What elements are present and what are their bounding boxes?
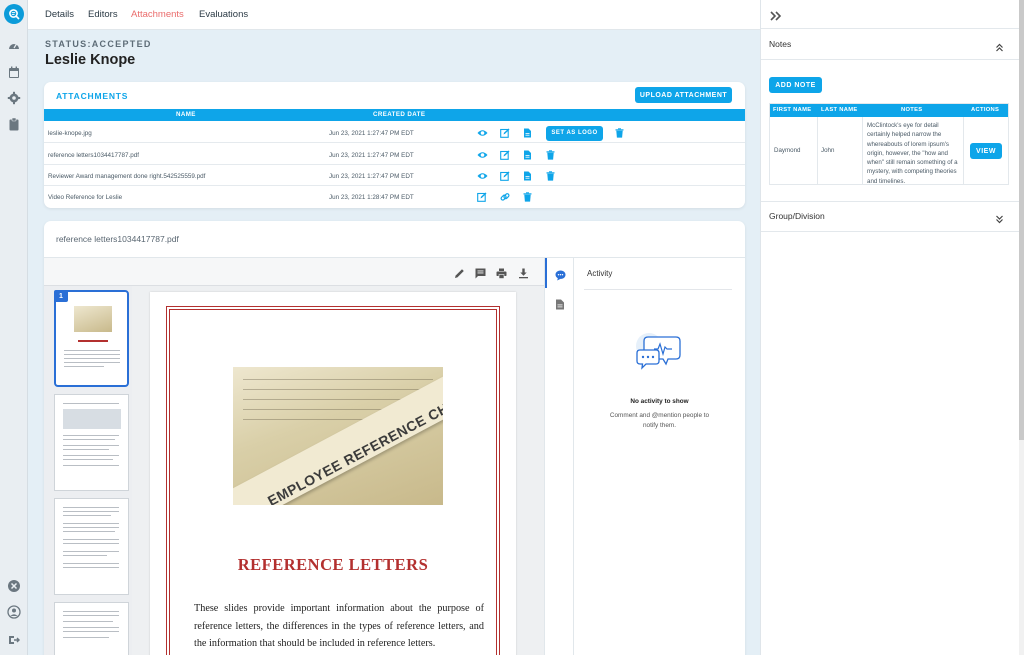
notes-table: FIRST NAME LAST NAME NOTES ACTIONS Daymo… (769, 103, 1009, 185)
file-icon[interactable] (523, 171, 533, 181)
column-header-first-name: FIRST NAME (773, 107, 812, 113)
document-body: These slides provide important informati… (194, 603, 484, 650)
document-heading: REFERENCE LETTERS (237, 555, 429, 574)
attachment-name[interactable]: leslie-knope.jpg (48, 130, 92, 137)
activity-panel: Activity No activity to show Comment and… (574, 258, 745, 655)
attachment-name[interactable]: reference letters1034417787.pdf (48, 152, 139, 159)
attachment-date: Jun 23, 2021 1:28:47 PM EDT (329, 194, 414, 201)
comments-tab-icon[interactable] (555, 268, 566, 281)
note-last-name: John (821, 147, 835, 154)
pdf-viewer-card: reference letters1034417787.pdf 1 REFERE… (44, 221, 745, 655)
tab-editors[interactable]: Editors (88, 9, 118, 20)
page-thumbnails: 1 (44, 286, 132, 655)
delete-icon[interactable] (615, 128, 625, 138)
chat-bubbles-icon (634, 333, 684, 380)
column-header-name: NAME (176, 111, 196, 118)
double-chevron-up-icon[interactable] (995, 39, 1004, 52)
delete-icon[interactable] (546, 171, 556, 181)
add-note-button[interactable]: ADD NOTE (769, 77, 822, 93)
group-division-title: Group/Division (769, 211, 825, 221)
view-note-button[interactable]: VIEW (970, 143, 1002, 159)
tab-evaluations[interactable]: Evaluations (199, 9, 248, 20)
page-title: Leslie Knope (45, 52, 136, 68)
note-first-name: Daymond (774, 147, 801, 154)
double-chevron-right-icon[interactable] (770, 8, 782, 21)
column-header-created-date: CREATED DATE (373, 111, 426, 118)
document-tab-icon[interactable] (555, 297, 566, 310)
edit-icon[interactable] (500, 128, 510, 138)
left-rail (0, 0, 28, 655)
print-icon[interactable] (496, 266, 507, 279)
activity-title: Activity (587, 269, 613, 278)
delete-icon[interactable] (523, 192, 533, 202)
viewer-toolbar (44, 258, 544, 286)
attachments-table-header: NAME CREATED DATE (44, 109, 745, 121)
calendar-icon[interactable] (7, 65, 21, 79)
upload-attachment-button[interactable]: UPLOAD ATTACHMENT (635, 87, 732, 103)
note-text: McClintock's eye for detail certainly he… (867, 122, 958, 185)
delete-icon[interactable] (546, 150, 556, 160)
edit-icon[interactable] (500, 171, 510, 181)
page-thumbnail[interactable]: 1 (54, 290, 129, 387)
logout-icon[interactable] (7, 633, 21, 647)
attachment-name[interactable]: Reviewer Award management done right.542… (48, 173, 205, 180)
attachment-date: Jun 23, 2021 1:27:47 PM EDT (329, 152, 414, 159)
attachment-name[interactable]: Video Reference for Leslie (48, 194, 122, 201)
attachments-title: ATTACHMENTS (56, 91, 129, 101)
column-header-last-name: LAST NAME (821, 107, 858, 113)
attachment-date: Jun 23, 2021 1:27:47 PM EDT (329, 130, 414, 137)
table-row: Reviewer Award management done right.542… (44, 166, 745, 186)
tab-details[interactable]: Details (45, 9, 74, 20)
app-logo-icon[interactable] (4, 4, 24, 24)
page-number-badge: 1 (54, 290, 68, 302)
page-photo: EMPLOYEE REFERENCE CHECK (233, 367, 443, 505)
double-chevron-down-icon[interactable] (995, 211, 1004, 224)
attachment-date: Jun 23, 2021 1:27:47 PM EDT (329, 173, 414, 180)
tab-attachments[interactable]: Attachments (131, 9, 184, 20)
pdf-canvas[interactable]: EMPLOYEE REFERENCE CHECK REFERENCE LETTE… (132, 286, 630, 655)
page-thumbnail[interactable] (54, 602, 129, 655)
view-icon[interactable] (477, 171, 488, 181)
document-viewer: 1 REFERENCE LETTERS These slides provide… (44, 257, 745, 655)
view-icon[interactable] (477, 150, 488, 160)
edit-icon[interactable] (477, 192, 487, 202)
link-icon[interactable] (500, 192, 510, 202)
table-row: leslie-knope.jpg Jun 23, 2021 1:27:47 PM… (44, 123, 745, 143)
page-scrollbar[interactable] (1019, 0, 1024, 655)
close-circle-icon[interactable] (7, 579, 21, 593)
activity-empty-subtitle: Comment and @mention people to notify th… (574, 411, 745, 431)
activity-empty-text: Comment and @mention people to notify th… (609, 412, 710, 429)
set-as-logo-button[interactable]: SET AS LOGO (546, 125, 603, 141)
column-header-actions: ACTIONS (971, 107, 1000, 113)
user-icon[interactable] (7, 605, 21, 619)
status-label: STATUS:ACCEPTED (45, 39, 152, 49)
viewer-side-tabs (544, 258, 574, 655)
annotate-pen-icon[interactable] (454, 266, 465, 278)
top-tab-bar: Details Editors Attachments Evaluations (28, 0, 760, 30)
pdf-file-name: reference letters1034417787.pdf (56, 234, 179, 244)
notes-section-title: Notes (769, 39, 792, 49)
comment-box-icon[interactable] (475, 266, 486, 279)
view-icon[interactable] (477, 128, 488, 138)
download-icon[interactable] (518, 266, 529, 279)
table-row: reference letters1034417787.pdf Jun 23, … (44, 145, 745, 165)
page-thumbnail[interactable] (54, 394, 129, 491)
right-notes-panel: Notes ADD NOTE FIRST NAME LAST NAME NOTE… (760, 0, 1020, 655)
column-header-notes: NOTES (901, 107, 923, 113)
dashboard-icon[interactable] (7, 39, 21, 53)
page-thumbnail[interactable] (54, 498, 129, 595)
pdf-page: EMPLOYEE REFERENCE CHECK REFERENCE LETTE… (150, 292, 516, 655)
attachments-card: ATTACHMENTS UPLOAD ATTACHMENT NAME CREAT… (44, 82, 745, 208)
edit-icon[interactable] (500, 150, 510, 160)
settings-icon[interactable] (7, 91, 21, 105)
notes-table-header: FIRST NAME LAST NAME NOTES ACTIONS (770, 104, 1008, 117)
activity-empty-title: No activity to show (630, 398, 689, 405)
table-row: Video Reference for Leslie Jun 23, 2021 … (44, 187, 745, 207)
file-icon[interactable] (523, 128, 533, 138)
clipboard-icon[interactable] (7, 117, 21, 131)
file-icon[interactable] (523, 150, 533, 160)
